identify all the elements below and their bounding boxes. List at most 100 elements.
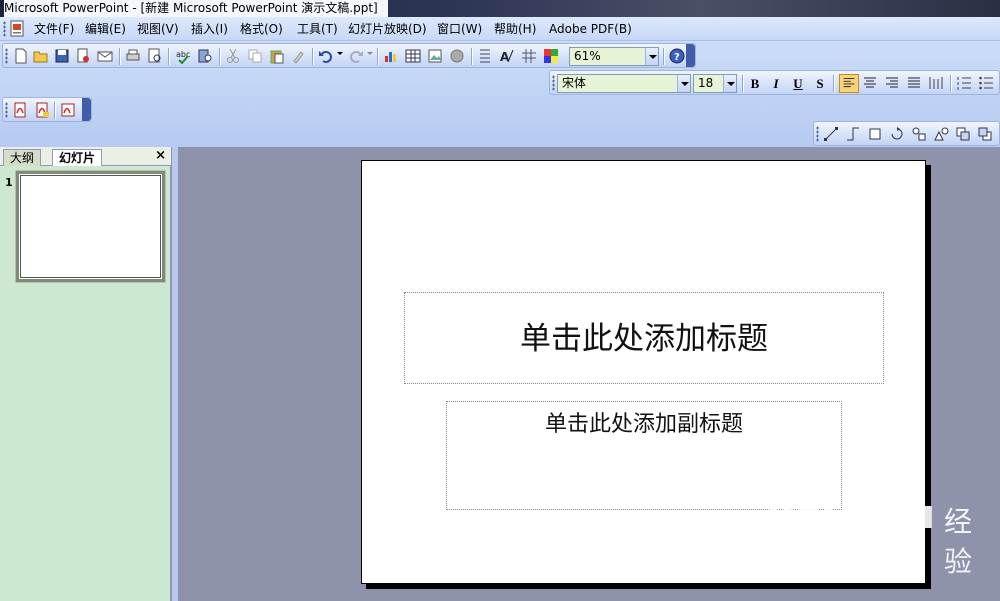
new-icon[interactable] <box>13 48 29 64</box>
toolbar-separator <box>54 102 55 119</box>
toolbar-separator <box>168 48 169 65</box>
menu-bar: 文件(F) 编辑(E) 视图(V) 插入(I) 格式(O) 工具(T) 幻灯片放… <box>0 17 1000 41</box>
spelling-icon[interactable]: abc <box>175 48 191 64</box>
pdf-toolbar-options-chevron[interactable] <box>82 98 91 121</box>
grid-icon[interactable] <box>521 48 537 64</box>
rotate-icon[interactable] <box>889 126 905 142</box>
numbering-icon[interactable] <box>956 75 972 91</box>
slide-thumbnail[interactable] <box>15 170 166 283</box>
standard-toolbar-grip[interactable] <box>5 48 8 64</box>
ungroup-icon[interactable] <box>933 126 949 142</box>
print-preview-icon[interactable] <box>147 48 163 64</box>
menu-help[interactable]: 帮助(H) <box>494 21 536 38</box>
underline-button[interactable]: U <box>788 74 808 93</box>
copy-icon[interactable] <box>247 48 263 64</box>
toolbar-separator <box>742 75 743 92</box>
cut-icon[interactable] <box>225 48 241 64</box>
connector-icon[interactable] <box>823 126 839 142</box>
redo-icon[interactable] <box>348 48 364 64</box>
insert-picture-icon[interactable] <box>427 48 443 64</box>
elbow-connector-icon[interactable] <box>845 126 861 142</box>
undo-dropdown-arrow[interactable] <box>337 52 343 55</box>
standard-toolbar: abc A 61% ? <box>2 43 696 68</box>
italic-button[interactable]: I <box>766 74 786 93</box>
align-center-icon[interactable] <box>862 75 878 91</box>
menu-view[interactable]: 视图(V) <box>137 21 179 38</box>
zoom-dropdown-arrow[interactable] <box>645 48 658 65</box>
font-size-value: 18 <box>698 76 714 90</box>
bold-button[interactable]: B <box>745 74 765 93</box>
toolbar-separator <box>219 48 220 65</box>
menu-format[interactable]: 格式(O) <box>240 21 283 38</box>
justify-icon[interactable] <box>906 75 922 91</box>
title-placeholder[interactable]: 单击此处添加标题 <box>404 292 884 384</box>
pdf-toolbar-grip[interactable] <box>5 102 8 118</box>
formatting-toolbar-grip[interactable] <box>552 75 555 91</box>
zoom-combo[interactable]: 61% <box>569 47 659 66</box>
help-icon[interactable]: ? <box>669 48 685 64</box>
toolbar-separator <box>471 48 472 65</box>
tab-outline[interactable]: 大纲 <box>3 149 42 166</box>
menu-window[interactable]: 窗口(W) <box>437 21 482 38</box>
print-icon[interactable] <box>125 48 141 64</box>
text-shadow-button[interactable]: S <box>810 74 830 93</box>
toolbar-separator <box>119 48 120 65</box>
font-size-combo[interactable]: 18 <box>693 74 737 93</box>
svg-text:?: ? <box>674 52 680 63</box>
menu-adobe-pdf[interactable]: Adobe PDF(B) <box>549 21 632 38</box>
save-icon[interactable] <box>54 48 70 64</box>
email-icon[interactable] <box>97 48 113 64</box>
format-painter-icon[interactable] <box>291 48 307 64</box>
baidu-paw-icon <box>843 493 871 528</box>
slide-editing-area: 单击此处添加标题 单击此处添加副标题 Bai du 经验 jingyan.bai… <box>178 147 1000 601</box>
pdf-email-icon[interactable] <box>34 102 50 118</box>
watermark-url: jingyan.baidu.com <box>780 550 910 566</box>
insert-diagram-icon[interactable] <box>449 48 465 64</box>
tab-slides[interactable]: 幻灯片 <box>52 149 103 166</box>
font-size-dropdown-arrow[interactable] <box>723 75 736 92</box>
pdf-review-icon[interactable] <box>60 102 76 118</box>
redo-dropdown-arrow[interactable] <box>367 52 373 55</box>
bring-forward-icon[interactable] <box>955 126 971 142</box>
watermark-cn: 经验 <box>944 505 973 578</box>
paste-icon[interactable] <box>269 48 285 64</box>
font-combo[interactable]: 宋体 <box>557 74 691 93</box>
drawing-toolbar-grip[interactable] <box>816 126 819 142</box>
font-dropdown-arrow[interactable] <box>677 75 690 92</box>
menu-edit[interactable]: 编辑(E) <box>85 21 126 38</box>
watermark-brand: Bai <box>766 492 835 538</box>
toolbar-separator <box>312 48 313 65</box>
menu-slideshow[interactable]: 幻灯片放映(D) <box>348 21 427 38</box>
bullets-icon[interactable] <box>978 75 994 91</box>
research-icon[interactable] <box>197 48 213 64</box>
shape-icon[interactable] <box>867 126 883 142</box>
toolbar-options-chevron[interactable] <box>686 44 695 67</box>
title-bar[interactable]: Microsoft PowerPoint - [新建 Microsoft Pow… <box>0 0 1000 17</box>
open-icon[interactable] <box>33 48 49 64</box>
show-formatting-icon[interactable]: A <box>499 48 515 64</box>
group-icon[interactable] <box>911 126 927 142</box>
align-right-icon[interactable] <box>884 75 900 91</box>
zoom-value: 61% <box>574 49 601 63</box>
menu-tools[interactable]: 工具(T) <box>297 21 338 38</box>
insert-table-icon[interactable] <box>405 48 421 64</box>
powerpoint-doc-icon[interactable] <box>10 20 25 37</box>
expand-all-icon[interactable] <box>477 48 493 64</box>
insert-chart-icon[interactable] <box>383 48 399 64</box>
drawing-toolbar <box>813 121 1000 146</box>
baidu-watermark: Bai du 经验 jingyan.baidu.com <box>766 492 996 582</box>
adobe-pdf-toolbar <box>2 97 92 122</box>
distributed-icon[interactable] <box>928 75 944 91</box>
menu-file[interactable]: 文件(F) <box>34 21 74 38</box>
watermark-brand-suffix: du <box>878 492 936 538</box>
permission-icon[interactable] <box>75 48 91 64</box>
undo-icon[interactable] <box>318 48 334 64</box>
formatting-toolbar: 宋体 18 B I U S <box>549 70 1000 95</box>
menubar-grip[interactable] <box>3 21 6 37</box>
close-pane-icon[interactable]: × <box>155 147 166 165</box>
menu-insert[interactable]: 插入(I) <box>191 21 228 38</box>
send-backward-icon[interactable] <box>977 126 993 142</box>
align-left-icon[interactable] <box>839 74 859 93</box>
color-grayscale-icon[interactable] <box>543 48 559 64</box>
convert-to-pdf-icon[interactable] <box>12 102 28 118</box>
